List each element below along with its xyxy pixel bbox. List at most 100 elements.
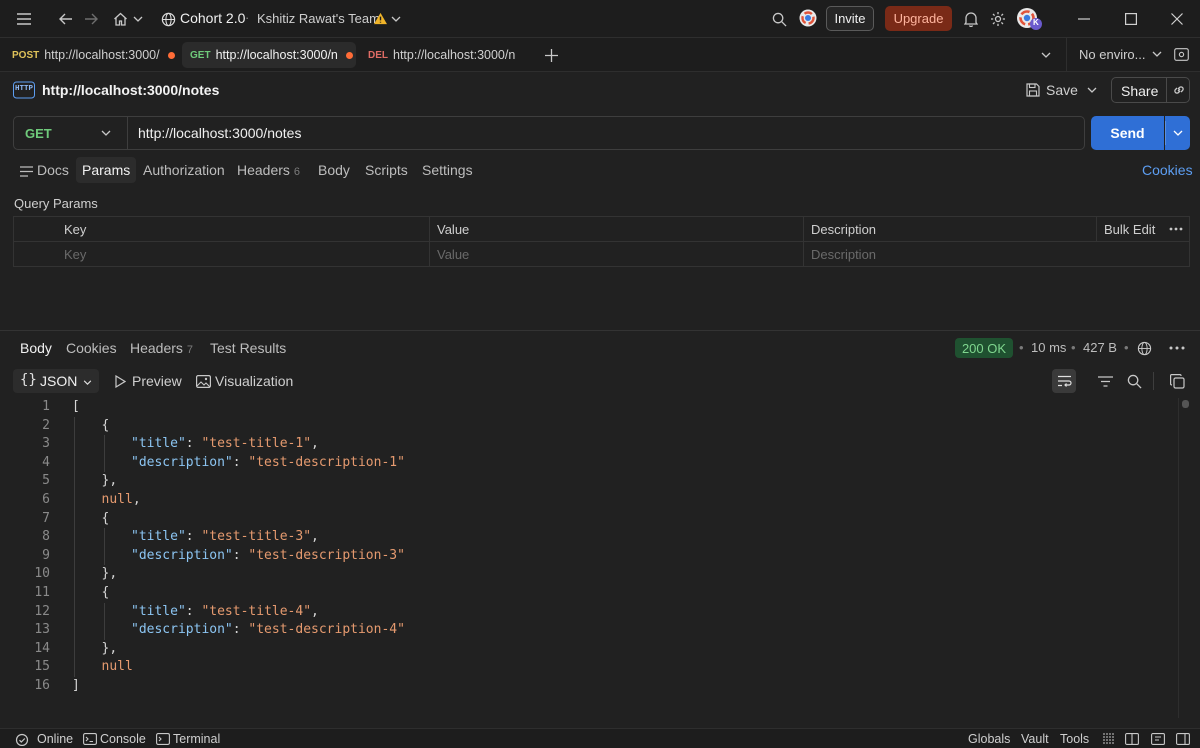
param-key-input[interactable]: Key — [64, 247, 86, 262]
scrollbar-thumb[interactable] — [1182, 400, 1189, 408]
json-punctuation: }, — [101, 566, 118, 582]
copy-link-icon[interactable] — [1170, 82, 1188, 98]
share-button[interactable]: Share — [1111, 77, 1190, 103]
response-tab-cookies[interactable]: Cookies — [66, 340, 117, 356]
home-icon[interactable] — [110, 9, 130, 29]
request-title[interactable]: http://localhost:3000/notes — [42, 82, 219, 98]
line-number: 5 — [42, 473, 50, 489]
tools-button[interactable]: Tools — [1060, 732, 1089, 746]
send-options-dropdown[interactable] — [1165, 116, 1190, 150]
json-key: "title" — [131, 603, 186, 619]
response-tab-headers[interactable]: Headers 7 — [130, 340, 193, 356]
status-badge[interactable]: 200 OK — [955, 338, 1013, 358]
response-tab-test-results[interactable]: Test Results — [210, 340, 286, 356]
more-options-icon[interactable] — [1167, 222, 1185, 236]
back-arrow-icon[interactable] — [56, 9, 76, 29]
window-maximize-icon[interactable] — [1121, 9, 1141, 29]
save-icon[interactable] — [1024, 81, 1042, 99]
visualization-button[interactable]: Visualization — [215, 373, 293, 389]
response-time[interactable]: 10 ms — [1031, 340, 1066, 355]
share-divider — [1166, 78, 1167, 102]
settings-panel-icon[interactable] — [1175, 732, 1191, 746]
method-selector[interactable]: GET — [14, 117, 128, 149]
cookies-link[interactable]: Cookies — [1142, 162, 1193, 178]
team-name[interactable]: Kshitiz Rawat's Team — [257, 11, 380, 26]
environment-selector[interactable]: No enviro... — [1066, 38, 1200, 71]
format-selector[interactable]: {} JSON — [13, 369, 99, 393]
layout-icon[interactable] — [1100, 732, 1116, 746]
param-value-input[interactable]: Value — [437, 247, 469, 262]
line-number: 10 — [34, 566, 50, 582]
save-options-chevron-icon[interactable] — [1085, 85, 1099, 95]
copy-icon[interactable] — [1167, 372, 1187, 390]
tab-scripts[interactable]: Scripts — [359, 157, 414, 183]
bell-icon[interactable] — [962, 9, 980, 29]
help-icon[interactable] — [1150, 732, 1166, 746]
window-minimize-icon[interactable] — [1074, 9, 1094, 29]
vertical-scrollbar[interactable] — [1178, 398, 1190, 718]
send-button[interactable]: Send — [1091, 116, 1164, 150]
upgrade-button[interactable]: Upgrade — [885, 6, 952, 31]
two-pane-icon[interactable] — [1124, 732, 1140, 746]
status-bar: Online Console Terminal Globals Vault To… — [0, 728, 1200, 748]
meta-separator: • — [1019, 340, 1024, 355]
tab-params[interactable]: Params — [76, 157, 137, 183]
tabs-overflow-chevron-icon[interactable] — [1038, 47, 1054, 63]
invite-button[interactable]: Invite — [826, 6, 874, 31]
filter-icon[interactable] — [1096, 373, 1114, 389]
user-avatar[interactable]: K — [1016, 7, 1042, 31]
tab-headers[interactable]: Headers 6 — [231, 157, 306, 183]
forward-arrow-icon[interactable] — [81, 9, 101, 29]
online-status[interactable]: Online — [37, 732, 73, 746]
settings-gear-icon[interactable] — [988, 9, 1008, 29]
wrap-lines-toggle[interactable] — [1052, 369, 1076, 393]
avatar-small[interactable] — [799, 9, 817, 27]
line-number: 1 — [42, 399, 50, 414]
chevron-down-icon[interactable] — [132, 12, 144, 26]
tab-docs[interactable]: Docs — [31, 157, 75, 183]
table-divider — [14, 241, 1189, 242]
code-line: 16] — [0, 677, 1176, 696]
response-more-options-icon[interactable] — [1167, 341, 1187, 355]
json-punctuation: , — [132, 491, 141, 507]
warning-icon — [372, 10, 388, 26]
tab-post-request[interactable]: POST http://localhost:3000/ — [4, 42, 178, 68]
title-separator: · — [245, 10, 250, 25]
code-text: "title": "test-title-1", — [131, 435, 319, 454]
menu-icon[interactable] — [14, 9, 34, 29]
preview-button[interactable]: Preview — [132, 373, 182, 389]
search-icon[interactable] — [769, 9, 789, 29]
url-input[interactable] — [138, 117, 1068, 149]
json-punctuation: }, — [101, 473, 118, 489]
window-close-icon[interactable] — [1167, 9, 1187, 29]
tab-authorization[interactable]: Authorization — [137, 157, 231, 183]
vault-button[interactable]: Vault — [1021, 732, 1049, 746]
tab-settings[interactable]: Settings — [416, 157, 479, 183]
tab-body[interactable]: Body — [312, 157, 356, 183]
terminal-button[interactable]: Terminal — [173, 732, 220, 746]
code-text: }, — [102, 472, 118, 491]
code-text: null, — [102, 491, 141, 510]
tab-delete-request[interactable]: DEL http://localhost:3000/n — [360, 42, 520, 68]
online-status-icon — [14, 732, 30, 746]
request-tabs-bar: POST http://localhost:3000/ GET http://l… — [0, 38, 1200, 72]
tab-get-request[interactable]: GET http://localhost:3000/n — [182, 42, 356, 68]
wrap-lines-icon — [1056, 374, 1072, 388]
new-tab-plus-icon[interactable] — [541, 45, 561, 65]
globals-button[interactable]: Globals — [968, 732, 1010, 746]
console-button[interactable]: Console — [100, 732, 146, 746]
terminal-icon — [155, 732, 171, 746]
bulk-edit-button[interactable]: Bulk Edit — [1104, 222, 1155, 237]
response-tab-body[interactable]: Body — [20, 340, 52, 356]
team-chevron-down-icon[interactable] — [390, 12, 402, 26]
environment-quick-look-icon[interactable] — [1172, 46, 1190, 62]
search-response-icon[interactable] — [1125, 372, 1143, 390]
code-text: "title": "test-title-4", — [131, 603, 319, 622]
workspace-name[interactable]: Cohort 2.0 — [180, 10, 245, 26]
save-button[interactable]: Save — [1046, 82, 1078, 98]
network-globe-icon[interactable] — [1135, 339, 1153, 357]
tab-url: http://localhost:3000/ — [44, 48, 160, 62]
response-size[interactable]: 427 B — [1083, 340, 1117, 355]
response-body-viewer[interactable]: 1[2{3 "title": "test-title-1", 4 "descripti… — [0, 398, 1176, 696]
param-description-input[interactable]: Description — [811, 247, 876, 262]
